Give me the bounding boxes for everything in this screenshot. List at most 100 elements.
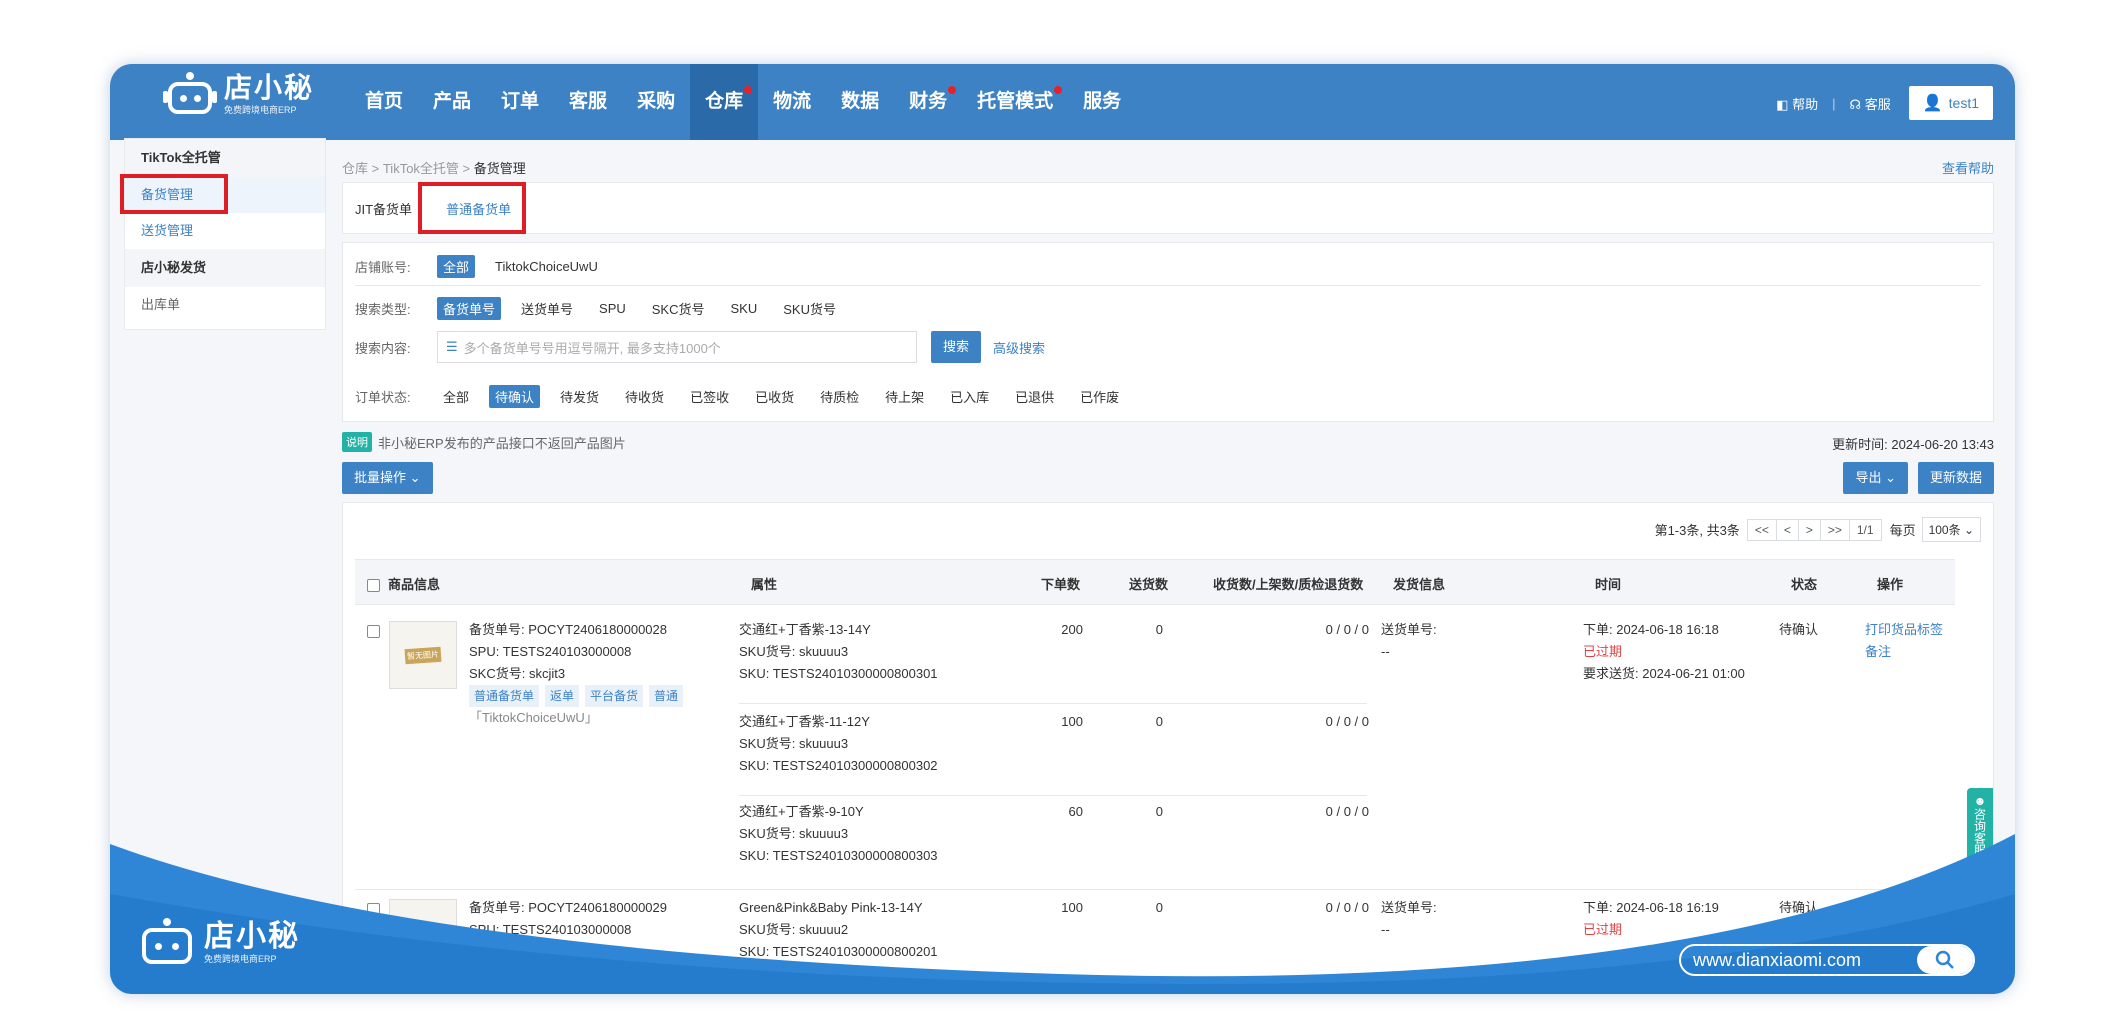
- search-type-label: 搜索类型:: [355, 302, 411, 317]
- nav-item-4[interactable]: 采购: [622, 64, 690, 140]
- batch-operation-button[interactable]: 批量操作 ⌄: [342, 462, 433, 494]
- nav-item-10[interactable]: 服务: [1068, 64, 1136, 140]
- footer-url-search[interactable]: www.dianxiaomi.com: [1679, 944, 1975, 976]
- received-qty: 0 / 0 / 0: [1325, 714, 1369, 729]
- received-qty: 0 / 0 / 0: [1325, 804, 1369, 819]
- notification-dot: [948, 86, 957, 94]
- service-icon: ☻: [1973, 794, 1987, 808]
- breadcrumb-warehouse[interactable]: 仓库: [342, 161, 368, 176]
- shop-name-chip[interactable]: TiktokChoiceUwU: [489, 257, 604, 276]
- shop-all-chip[interactable]: 全部: [437, 255, 476, 278]
- sidebar-item-delivery-management[interactable]: 送货管理: [125, 213, 325, 249]
- order-status-chip[interactable]: 已签收: [684, 385, 735, 408]
- ship-info: 送货单号: --: [1381, 619, 1437, 663]
- nav-item-5[interactable]: 仓库: [690, 64, 759, 140]
- remark-link[interactable]: 备注: [1865, 641, 1943, 663]
- user-icon: 👤: [1922, 95, 1943, 112]
- brand-logo[interactable]: 店小秘 免费跨境电商ERP: [163, 72, 314, 116]
- spu: SPU: TESTS240103000008: [469, 644, 632, 659]
- nav-item-2[interactable]: 订单: [486, 64, 554, 140]
- order-tag: 普通备货单: [469, 685, 540, 707]
- order-status-chip[interactable]: 全部: [437, 385, 475, 408]
- order-status-chip[interactable]: 已作废: [1074, 385, 1125, 408]
- nav-item-label: 客服: [569, 91, 608, 112]
- sidebar: TikTok全托管 备货管理 送货管理 店小秘发货 出库单: [124, 138, 326, 330]
- sku-number: SKU货号: skuuuu3: [739, 644, 849, 659]
- nav-item-label: 财务: [909, 91, 948, 112]
- notification-dot: [1054, 86, 1063, 94]
- search-type-chip[interactable]: SKC货号: [646, 297, 711, 320]
- order-status-chip[interactable]: 待发货: [554, 385, 605, 408]
- order-status-chip[interactable]: 待上架: [879, 385, 930, 408]
- nav-item-3[interactable]: 客服: [554, 64, 622, 140]
- order-status-chip[interactable]: 待收货: [619, 385, 670, 408]
- order-status-chip[interactable]: 已收货: [749, 385, 800, 408]
- attribute: 交通红+丁香紫-13-14Y: [739, 622, 871, 637]
- help-link[interactable]: ◧ 帮助: [1776, 94, 1818, 113]
- order-tags: 普通备货单 返单 平台备货 普通: [469, 685, 684, 707]
- nav-item-label: 仓库: [705, 91, 744, 112]
- search-type-chip[interactable]: 备货单号: [437, 297, 502, 320]
- col-status: 状态: [1791, 577, 1818, 592]
- table-header: 商品信息 属性 下单数 送货数 收货数/上架数/质检退货数 发货信息 时间 状态…: [355, 559, 1955, 605]
- pagination: 第1-3条, 共3条 << < > >> 1/1 每页 100条 ⌄: [1655, 517, 1981, 542]
- tab-bar: JIT备货单 普通备货单: [342, 182, 1994, 234]
- nav-item-6[interactable]: 物流: [758, 64, 826, 140]
- search-type-chip[interactable]: SKU: [725, 299, 764, 318]
- order-status-chip[interactable]: 已入库: [944, 385, 995, 408]
- order-status-chip[interactable]: 待确认: [489, 385, 541, 408]
- first-page-button[interactable]: <<: [1746, 518, 1777, 541]
- col-ordered: 下单数: [1041, 577, 1081, 592]
- search-type-chip[interactable]: SPU: [593, 299, 632, 318]
- attribute: 交通红+丁香紫-11-12Y: [739, 714, 870, 729]
- search-placeholder: 多个备货单号号用逗号隔开, 最多支持1000个: [463, 340, 721, 356]
- order-status-chip[interactable]: 待质检: [814, 385, 865, 408]
- footer-logo: 店小秘 免费跨境电商ERP: [140, 918, 300, 968]
- per-page-label: 每页: [1889, 523, 1916, 538]
- nav-item-0[interactable]: 首页: [350, 64, 418, 140]
- select-all-checkbox[interactable]: [367, 579, 380, 593]
- support-link[interactable]: ☊ 客服: [1850, 94, 1891, 113]
- col-actions: 操作: [1877, 577, 1904, 592]
- sku: SKU: TESTS24010300000800301: [739, 666, 938, 681]
- sku: SKU: TESTS24010300000800302: [739, 758, 938, 773]
- breadcrumb-tiktok[interactable]: TikTok全托管: [383, 161, 459, 176]
- row-checkbox[interactable]: [367, 625, 380, 638]
- nav-item-7[interactable]: 数据: [826, 64, 894, 140]
- refresh-data-button[interactable]: 更新数据: [1917, 462, 1994, 494]
- notice-tag: 说明: [342, 432, 372, 452]
- nav-item-label: 产品: [433, 91, 472, 112]
- order-status-chip[interactable]: 已退供: [1009, 385, 1060, 408]
- search-type-chip[interactable]: 送货单号: [515, 297, 579, 320]
- shop-name: 「TiktokChoiceUwU」: [469, 710, 598, 725]
- sku-number: SKU货号: skuuuu3: [739, 736, 849, 751]
- footer-url-text: www.dianxiaomi.com: [1693, 949, 1862, 970]
- next-page-button[interactable]: >: [1797, 518, 1821, 541]
- export-button[interactable]: 导出 ⌄: [1843, 462, 1908, 494]
- ordered-qty: 200: [1061, 622, 1083, 637]
- update-time: 更新时间: 2024-06-20 13:43: [1832, 437, 1994, 452]
- sidebar-item-outbound[interactable]: 出库单: [125, 287, 325, 323]
- nav-item-label: 数据: [841, 91, 880, 112]
- per-page-select[interactable]: 100条 ⌄: [1921, 517, 1981, 542]
- nav-item-9[interactable]: 托管模式: [962, 64, 1068, 140]
- prev-page-button[interactable]: <: [1775, 518, 1799, 541]
- chevron-down-icon: ⌄: [1885, 470, 1896, 485]
- advanced-search-link[interactable]: 高级搜索: [993, 338, 1045, 357]
- last-page-button[interactable]: >>: [1819, 518, 1850, 541]
- search-button[interactable]: 搜索: [931, 331, 982, 363]
- nav-item-1[interactable]: 产品: [418, 64, 486, 140]
- notice-text: 非小秘ERP发布的产品接口不返回产品图片: [378, 435, 626, 451]
- search-type-chip[interactable]: SKU货号: [777, 297, 842, 320]
- print-label-link[interactable]: 打印货品标签: [1865, 619, 1943, 641]
- chevron-down-icon: ⌄: [409, 470, 421, 485]
- search-input[interactable]: ☰ 多个备货单号号用逗号隔开, 最多支持1000个: [437, 331, 917, 363]
- search-icon[interactable]: [1917, 946, 1973, 974]
- sub-item: 交通红+丁香紫-11-12Y SKU货号: skuuuu3 SKU: TESTS…: [739, 711, 938, 777]
- breadcrumb: 仓库 > TikTok全托管 > 备货管理: [342, 161, 526, 176]
- tab-jit[interactable]: JIT备货单: [343, 199, 424, 218]
- nav-item-label: 首页: [365, 91, 404, 112]
- user-menu[interactable]: 👤 test1: [1908, 86, 1993, 120]
- view-help-link[interactable]: 查看帮助: [1942, 158, 1994, 177]
- nav-item-8[interactable]: 财务: [894, 64, 962, 140]
